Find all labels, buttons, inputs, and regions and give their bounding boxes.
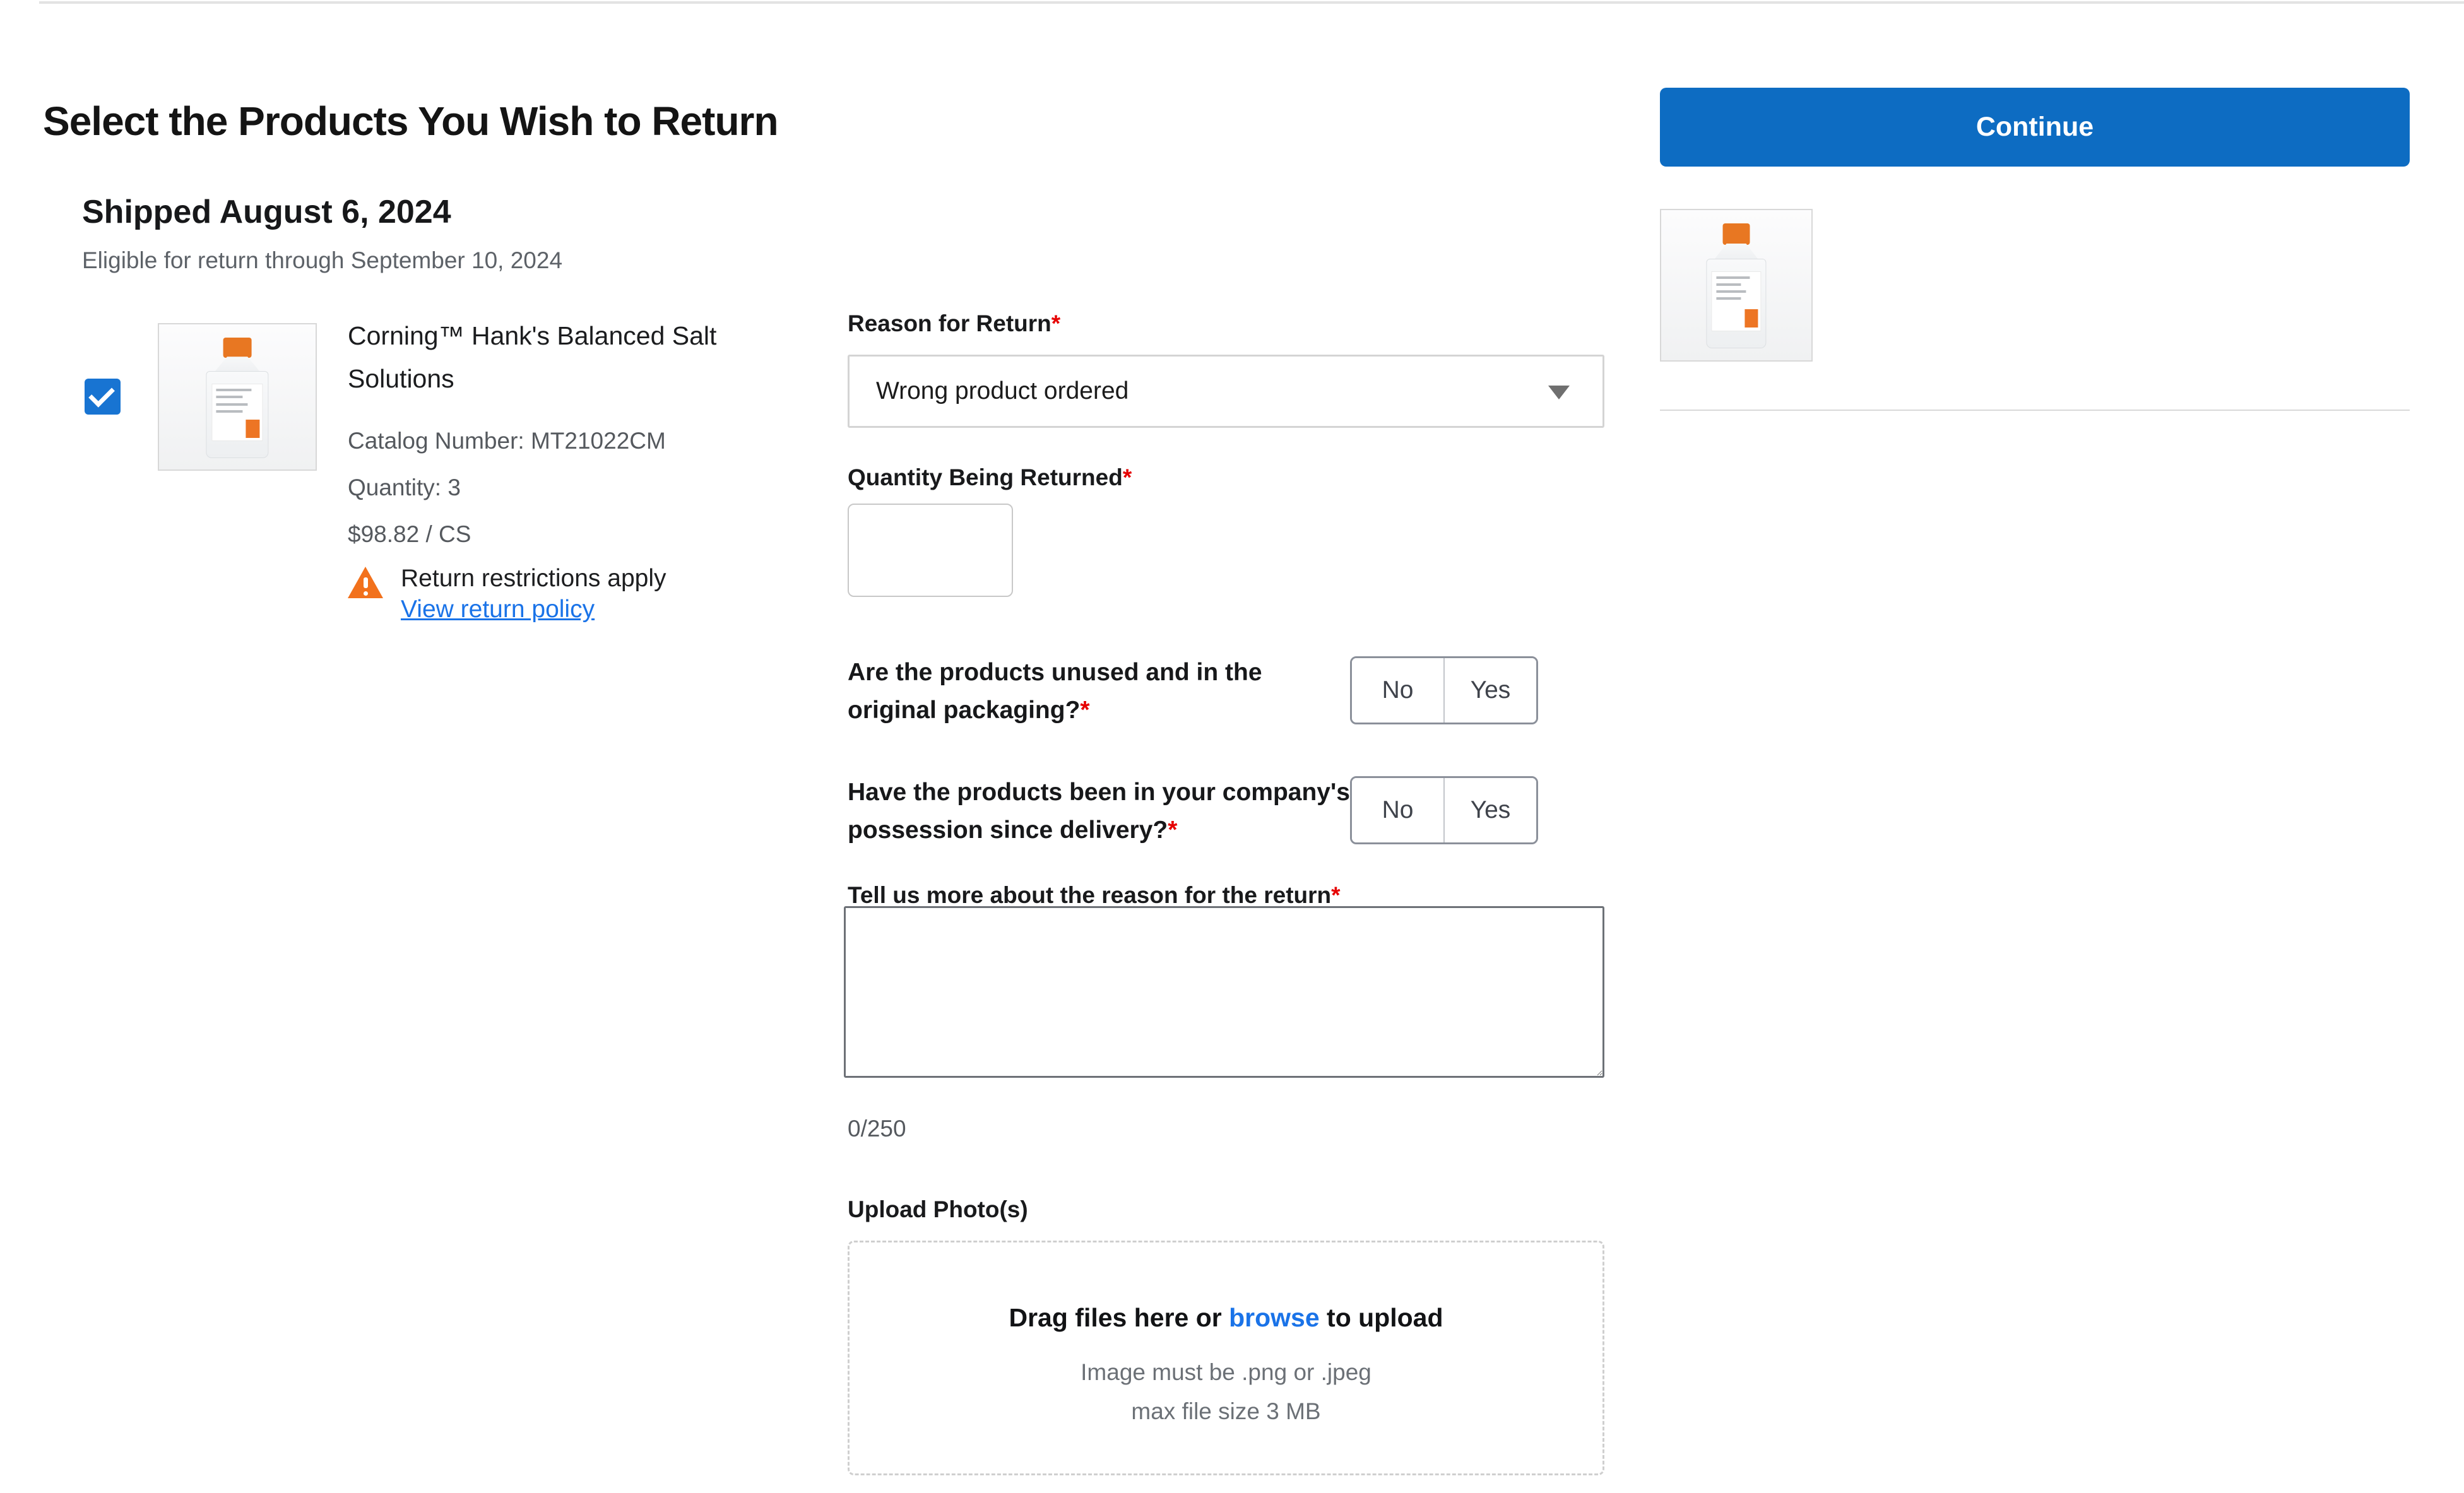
browse-link[interactable]: browse <box>1229 1303 1320 1332</box>
toggle-unused-yes-button[interactable]: Yes <box>1445 658 1536 723</box>
required-asterisk: * <box>1080 697 1089 724</box>
question-possession-since-delivery: Have the products been in your company's… <box>848 774 1353 849</box>
product-select-checkbox[interactable] <box>85 379 121 415</box>
summary-divider <box>1660 410 2410 411</box>
file-format-hint: Image must be .png or .jpeg <box>850 1359 1602 1386</box>
bottle-illustration <box>206 338 268 458</box>
caret-down-icon <box>1548 386 1570 399</box>
check-icon <box>88 381 115 407</box>
required-asterisk: * <box>1331 882 1340 908</box>
continue-button[interactable]: Continue <box>1660 88 2410 167</box>
restriction-note: Return restrictions apply <box>401 563 666 594</box>
bottle-illustration <box>1706 223 1766 348</box>
dropzone-instruction: Drag files here or browse to upload <box>850 1303 1602 1333</box>
character-counter: 0/250 <box>848 1116 906 1142</box>
quantity-returned-input[interactable] <box>848 504 1013 597</box>
required-asterisk: * <box>1168 817 1177 844</box>
return-reason-textarea[interactable] <box>844 906 1604 1078</box>
toggle-possession-no-button[interactable]: No <box>1352 778 1445 842</box>
required-asterisk: * <box>1123 464 1132 490</box>
summary-product-thumbnail <box>1660 209 1813 362</box>
product-name: Corning™ Hank's Balanced Salt Solutions <box>348 314 777 400</box>
toggle-unused-no-button[interactable]: No <box>1352 658 1445 723</box>
tell-us-more-label: Tell us more about the reason for the re… <box>848 882 1341 909</box>
question-unused-packaging: Are the products unused and in the origi… <box>848 654 1353 729</box>
quantity-returned-label: Quantity Being Returned* <box>848 464 1132 491</box>
shipment-eligibility: Eligible for return through September 10… <box>82 247 562 274</box>
reason-for-return-label: Reason for Return* <box>848 310 1060 337</box>
file-size-hint: max file size 3 MB <box>850 1398 1602 1425</box>
shipment-heading: Shipped August 6, 2024 <box>82 193 451 231</box>
page-top-divider <box>39 1 2464 4</box>
upload-dropzone[interactable]: Drag files here or browse to upload Imag… <box>848 1241 1604 1475</box>
product-info: Corning™ Hank's Balanced Salt Solutions … <box>348 314 777 548</box>
warning-triangle-icon <box>348 567 383 598</box>
toggle-unused-packaging: No Yes <box>1350 656 1538 724</box>
required-asterisk: * <box>1051 310 1060 336</box>
page-title: Select the Products You Wish to Return <box>43 98 778 145</box>
product-catalog-number: Catalog Number: MT21022CM <box>348 428 777 454</box>
product-image <box>158 323 317 471</box>
return-restriction-warning: Return restrictions apply View return po… <box>348 563 666 623</box>
reason-selected-value: Wrong product ordered <box>850 377 1128 405</box>
product-quantity: Quantity: 3 <box>348 475 777 501</box>
toggle-possession: No Yes <box>1350 776 1538 844</box>
product-price: $98.82 / CS <box>348 521 777 548</box>
toggle-possession-yes-button[interactable]: Yes <box>1445 778 1536 842</box>
reason-for-return-select[interactable]: Wrong product ordered <box>848 355 1604 428</box>
upload-photos-label: Upload Photo(s) <box>848 1196 1028 1223</box>
view-return-policy-link[interactable]: View return policy <box>401 596 595 623</box>
